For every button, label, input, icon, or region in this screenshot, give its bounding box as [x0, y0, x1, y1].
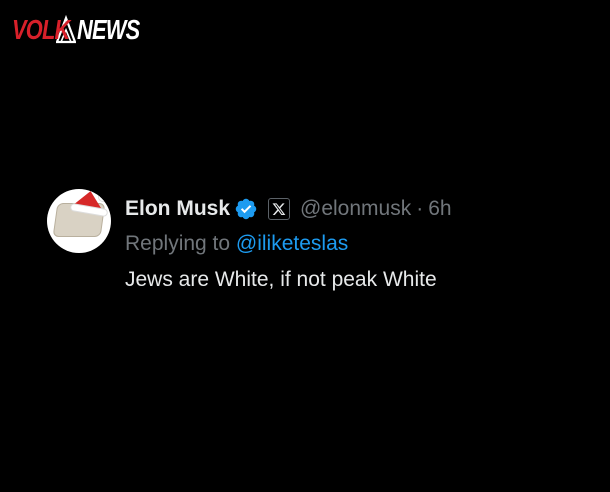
- volk-news-logo: VOLK NEWS: [12, 12, 157, 48]
- tweet-content: Elon Musk @elonmusk · 6h Replying to @il…: [125, 189, 452, 299]
- tweet-text: Jews are White, if not peak White: [125, 268, 437, 291]
- santa-hat-pom: [99, 193, 107, 201]
- x-glyph-icon: [272, 203, 286, 215]
- tweet: Elon Musk @elonmusk · 6h Replying to @il…: [47, 189, 587, 299]
- verified-badge-icon: [235, 198, 257, 220]
- logo-text-volk: VOLK: [12, 14, 70, 45]
- author-name[interactable]: Elon Musk: [125, 197, 230, 221]
- replying-mention-link[interactable]: @iliketeslas: [236, 232, 348, 255]
- avatar[interactable]: [47, 189, 111, 253]
- x-logo-icon[interactable]: [268, 198, 291, 220]
- tweet-timestamp[interactable]: 6h: [428, 197, 451, 221]
- replying-prefix: Replying to: [125, 232, 236, 255]
- replying-to-line: Replying to @iliketeslas: [125, 227, 452, 261]
- separator-dot: ·: [416, 197, 424, 220]
- logo-text-news: NEWS: [77, 14, 140, 45]
- tweet-header: Elon Musk @elonmusk · 6h: [125, 191, 452, 227]
- author-handle[interactable]: @elonmusk: [300, 197, 411, 221]
